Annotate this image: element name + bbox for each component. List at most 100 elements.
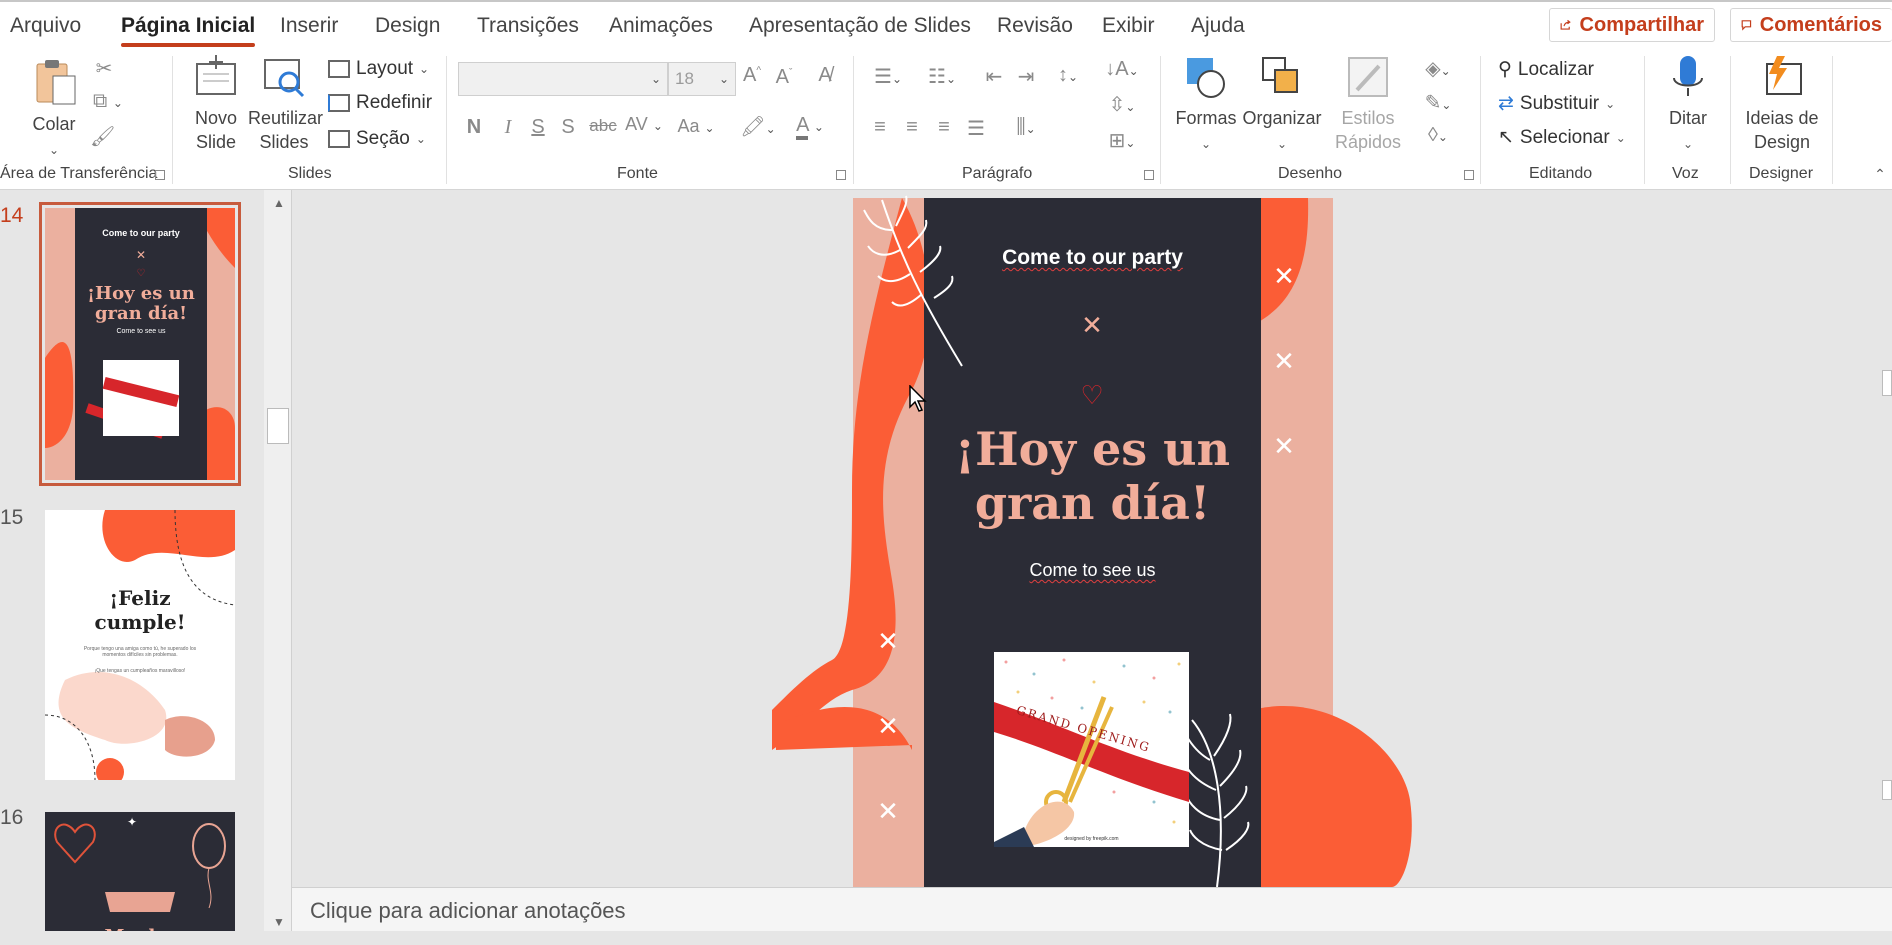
group-label-font: Fonte (617, 165, 658, 182)
tab-revisao[interactable]: Revisão (997, 14, 1073, 38)
change-case-icon[interactable]: Aa ⌄ (674, 116, 718, 137)
heart-icon: ♡ (136, 268, 146, 279)
slide-headline[interactable]: ¡Hoy es un gran día! (924, 422, 1261, 530)
slide-subtitle[interactable]: Come to see us (924, 560, 1261, 581)
quick-styles-button[interactable]: Estilos Rápidos (1326, 54, 1410, 154)
scroll-down-icon[interactable]: ▼ (273, 915, 285, 929)
font-name-combo[interactable]: ⌄ (458, 62, 668, 96)
layout-button[interactable]: Layout ⌄ (328, 58, 429, 80)
align-center-icon[interactable]: ≡ (898, 116, 926, 139)
text-direction-icon[interactable]: ↓A⌄ (1100, 58, 1144, 81)
justify-icon[interactable]: ☰ (962, 116, 990, 141)
clipboard-launcher-icon[interactable] (155, 170, 165, 180)
font-launcher-icon[interactable] (836, 170, 846, 180)
columns-icon[interactable]: ⫼⌄ (1004, 116, 1048, 139)
new-slide-button[interactable]: Novo Slide (186, 54, 246, 154)
align-text-icon[interactable]: ⇳⌄ (1100, 92, 1144, 117)
cut-icon[interactable]: ✂ (92, 56, 116, 81)
new-slide-label: Novo Slide (194, 108, 238, 152)
shape-outline-icon[interactable]: ✎⌄ (1414, 90, 1462, 115)
select-button[interactable]: ↖ Selecionar ⌄ (1498, 126, 1626, 149)
find-label: Localizar (1517, 58, 1594, 80)
picture-credit: designed by freepik.com (1064, 836, 1119, 842)
find-button[interactable]: ⚲ Localizar (1498, 58, 1594, 81)
editor-scrollbar-thumb[interactable] (1882, 780, 1892, 800)
thumb-body: Porque tengo una amiga como tú, he super… (83, 646, 197, 658)
replace-button[interactable]: ⇄ Substituir ⌄ (1498, 92, 1615, 115)
group-separator (172, 56, 173, 184)
section-button[interactable]: Seção ⌄ (328, 128, 426, 150)
reuse-slides-button[interactable]: Reutilizar Slides (248, 56, 323, 154)
design-ideas-label: Ideias de Design (1745, 108, 1819, 152)
picture-artwork (994, 658, 1189, 847)
slide-title[interactable]: Come to our party (924, 246, 1261, 270)
comments-label: Comentários (1759, 13, 1882, 36)
shadow-icon[interactable]: S (556, 116, 580, 139)
slide-editor[interactable]: ✕ ✕ ✕ ✕ ✕ ✕ ✕ ♡ Come to our party ¡Hoy es un… (292, 190, 1892, 887)
group-label-voice: Voz (1672, 165, 1699, 182)
comments-button[interactable]: Comentários (1730, 8, 1892, 42)
thumb-title: Come to our party (102, 228, 180, 238)
tab-ajuda[interactable]: Ajuda (1191, 14, 1245, 38)
font-color-icon[interactable]: A ⌄ (788, 114, 832, 140)
drawing-launcher-icon[interactable] (1464, 170, 1474, 180)
close-icon: ✕ (135, 248, 147, 262)
shrink-font-icon[interactable]: Aˇ (772, 66, 796, 89)
strikethrough-icon[interactable]: abc (588, 116, 618, 136)
copy-icon[interactable]: ⧉ ⌄ (88, 90, 128, 113)
font-size-combo[interactable]: 18 ⌄ (668, 62, 736, 96)
slide-orange-blob-right (1252, 706, 1412, 887)
paste-button[interactable]: Colar ⌄ (28, 56, 80, 162)
tab-inserir[interactable]: Inserir (280, 14, 338, 38)
tab-design[interactable]: Design (375, 14, 440, 38)
increase-indent-icon[interactable]: ⇥ (1012, 64, 1040, 89)
numbering-icon[interactable]: ☷⌄ (920, 64, 964, 89)
format-painter-icon[interactable]: 🖌 (90, 124, 115, 149)
scrollbar-thumb[interactable] (267, 408, 289, 444)
slide-thumbnail-15[interactable]: ¡Feliz cumple! Porque tengo una amiga co… (45, 510, 235, 780)
slide-picture[interactable]: GRAND OPENING designed by freepik.com (994, 652, 1189, 847)
slide-thumbnail-14[interactable]: Come to our party ✕ ♡ ¡Hoy es un gran dí… (39, 202, 241, 486)
decrease-indent-icon[interactable]: ⇤ (980, 64, 1008, 89)
thumb-headline: ¡Feliz cumple! (94, 586, 186, 634)
arrange-button[interactable]: Organizar ⌄ (1240, 54, 1324, 156)
line-spacing-icon[interactable]: ↕⌄ (1046, 64, 1090, 87)
tab-apresentacao[interactable]: Apresentação de Slides (749, 14, 971, 38)
ribbon: Colar ⌄ ✂ ⧉ ⌄ 🖌 Área de Transferência No… (0, 50, 1892, 190)
grow-font-icon[interactable]: A^ (740, 64, 764, 87)
reset-button[interactable]: Redefinir (328, 92, 432, 114)
shape-effects-icon[interactable]: ◊⌄ (1414, 124, 1462, 147)
thumbnail-scrollbar[interactable]: ▲ ▼ (264, 190, 291, 945)
dictate-button[interactable]: Ditar ⌄ (1660, 54, 1716, 156)
char-spacing-icon[interactable]: AV ⌄ (622, 114, 666, 135)
group-label-designer: Designer (1749, 165, 1814, 182)
smartart-icon[interactable]: ⊞⌄ (1100, 128, 1144, 153)
align-left-icon[interactable]: ≡ (866, 116, 894, 139)
editor-scrollbar-thumb[interactable] (1882, 370, 1892, 396)
tab-pagina-inicial[interactable]: Página Inicial (121, 14, 256, 47)
paste-label: Colar (32, 114, 76, 134)
shapes-button[interactable]: Formas ⌄ (1174, 54, 1238, 156)
notes-pane[interactable]: Clique para adicionar anotações (292, 887, 1892, 931)
design-ideas-icon (1766, 56, 1802, 95)
tab-exibir[interactable]: Exibir (1102, 14, 1155, 38)
tab-arquivo[interactable]: Arquivo (10, 14, 81, 38)
scroll-up-icon[interactable]: ▲ (273, 196, 285, 210)
microphone-icon (1673, 56, 1703, 96)
tab-transicoes[interactable]: Transições (477, 14, 579, 38)
share-button[interactable]: Compartilhar (1549, 8, 1715, 42)
italic-icon[interactable]: I (496, 116, 520, 139)
shape-fill-icon[interactable]: ◈⌄ (1414, 56, 1462, 81)
clear-formatting-icon[interactable]: A̸ (812, 64, 838, 87)
align-right-icon[interactable]: ≡ (930, 116, 958, 139)
slide-thumbnail-16[interactable]: ✦ ¡Muchas (45, 812, 235, 945)
highlight-color-icon[interactable]: 🖍⌄ (734, 114, 782, 139)
collapse-ribbon-icon[interactable]: ⌃ (1870, 166, 1890, 183)
underline-icon[interactable]: S (526, 116, 550, 139)
tab-animacoes[interactable]: Animações (609, 14, 713, 38)
chevron-down-icon: ⌄ (1276, 137, 1288, 151)
paragraph-launcher-icon[interactable] (1144, 170, 1154, 180)
bullets-icon[interactable]: ☰⌄ (866, 64, 910, 89)
bold-icon[interactable]: N (462, 116, 486, 139)
design-ideas-button[interactable]: Ideias de Design (1738, 54, 1826, 154)
